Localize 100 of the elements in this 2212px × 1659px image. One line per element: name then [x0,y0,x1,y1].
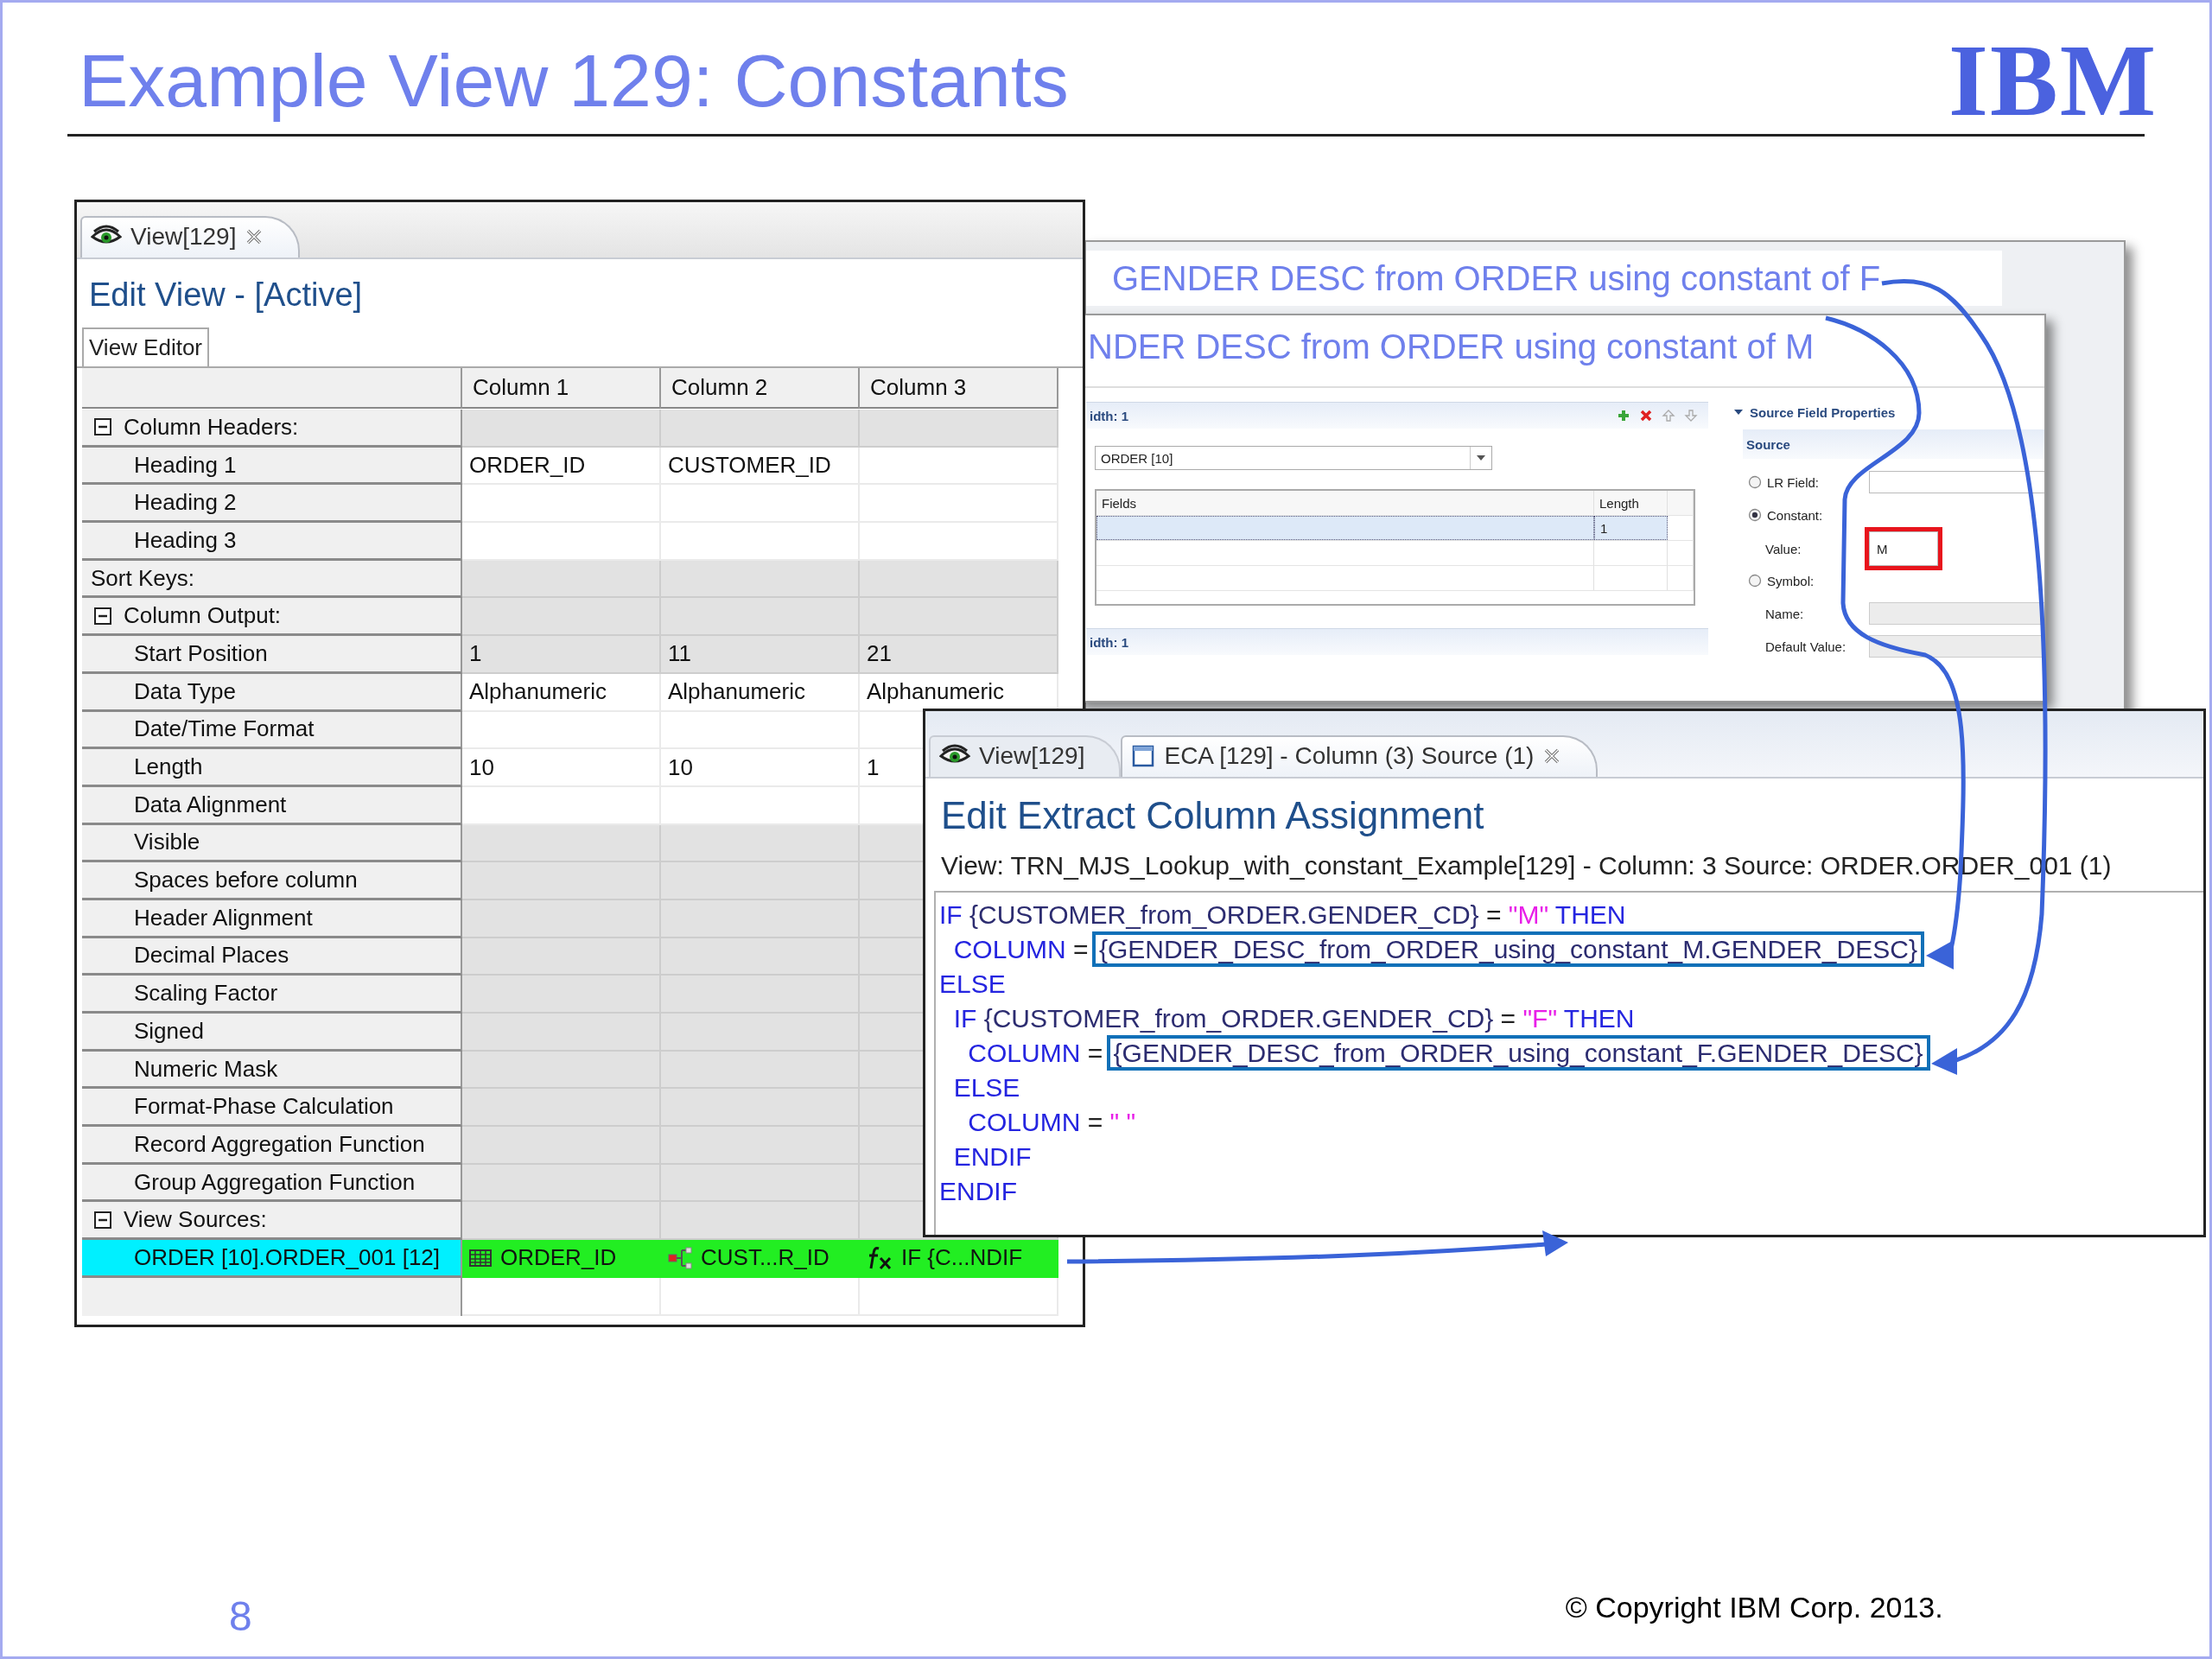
option-label: Symbol: [1767,573,1815,588]
tree-row-label[interactable]: Sort Keys: [82,560,462,599]
tree-row-label[interactable]: Heading 2 [82,485,462,524]
table-cell: 10 [661,749,860,787]
code-token: COLUMN [967,1108,1081,1136]
code-token: THEN [1562,1004,1635,1033]
tree-row-label[interactable]: Header Alignment [82,899,462,938]
table-cell: Alphanumeric [860,673,1058,712]
tree-row-label[interactable]: Heading 3 [82,523,462,561]
tree-row-label[interactable]: Format-Phase Calculation [82,1089,462,1128]
table-cell[interactable]: 1 [1594,516,1668,540]
table-cell[interactable]: CUST...R_ID [661,1240,860,1278]
code-token: COLUMN [967,1039,1081,1067]
radio-button[interactable] [1748,574,1762,588]
code-token: {CUSTOMER_from_ORDER.GENDER_CD} [969,900,1479,929]
tree-row-label[interactable]: Start Position [82,636,462,674]
column-header: Fields [1096,491,1594,515]
code-token: = [1072,935,1090,963]
editor-tab[interactable]: View[129] [929,735,1122,777]
collapse-icon[interactable] [94,607,111,625]
option-label: Constant: [1767,507,1823,523]
code-token: "F" [1522,1004,1558,1033]
editor-heading: Edit View - [Active] [88,276,364,315]
annotation-title: GENDER DESC from ORDER using constant of F [1086,251,2002,306]
tree-row-label[interactable]: Numeric Mask [82,1051,462,1090]
editor-tab[interactable]: View[129] [80,216,301,257]
editor-heading: Edit Extract Column Assignment [940,793,1485,838]
code-token: ENDIF [939,1177,1017,1205]
code-token: ELSE [939,969,1006,998]
tree-row-label[interactable]: Visible [82,824,462,863]
column-header: Length [1594,491,1668,515]
collapse-icon[interactable] [94,1211,111,1229]
tree-row-label[interactable]: Spaces before column [82,862,462,900]
function-icon [867,1245,893,1270]
column-header: Column 2 [661,368,860,409]
editor-tab[interactable]: View Editor [82,327,210,366]
input-field[interactable] [1869,471,2044,493]
tree-row-label[interactable]: Length [82,749,462,787]
collapse-triangle-icon [1734,408,1743,416]
tree-row-label[interactable]: Heading 1 [82,447,462,486]
delete-icon[interactable] [1639,409,1653,423]
tree-row-label[interactable]: ORDER [10].ORDER_001 [12] [82,1240,462,1278]
tree-row-label[interactable]: Signed [82,1014,462,1052]
properties-header[interactable]: Source Field Properties [1734,402,2044,423]
tree-row-label[interactable]: Record Aggregation Function [82,1127,462,1165]
radio-button[interactable] [1748,475,1762,489]
code-token: = [1086,1039,1104,1067]
column-header: Column 3 [860,368,1058,409]
table-cell[interactable]: ORDER_ID [462,1240,661,1278]
plus-icon[interactable] [1617,409,1630,423]
tree-row-label[interactable]: Date/Time Format [82,711,462,750]
table-cell: 21 [860,636,1058,674]
tree-row-label[interactable]: Decimal Places [82,938,462,976]
table-cell: 1 [462,636,661,674]
lookup-node-icon [668,1246,692,1269]
code-token: ENDIF [952,1142,1032,1171]
code-token: "M" [1508,900,1549,929]
window-icon [1131,744,1156,768]
code-token: COLUMN [952,935,1066,963]
table-cell: Alphanumeric [661,673,860,712]
code-token: IF [952,1004,978,1033]
table-cell[interactable] [1096,516,1594,540]
code-token: IF [939,900,963,929]
table-icon [469,1248,492,1268]
code-editor[interactable] [934,891,2203,1235]
tree-row-label[interactable]: Data Alignment [82,786,462,825]
section-header: idth: 1 [1086,402,1708,429]
table-cell: ORDER_ID [462,447,661,486]
table-cell: 10 [462,749,661,787]
tree-row-label[interactable]: Column Output: [82,598,462,637]
code-token: THEN [1554,900,1626,929]
field-label: Name: [1765,606,1804,621]
code-token: {CUSTOMER_from_ORDER.GENDER_CD} [983,1004,1494,1033]
group-header: Source [1743,429,2044,459]
code-token: " " [1109,1108,1136,1136]
table-cell: 11 [661,636,860,674]
logo: IBM [1948,23,2158,140]
collapse-icon[interactable] [94,418,111,436]
copyright-text: © Copyright IBM Corp. 2013. [1565,1591,1943,1624]
tree-row-label[interactable]: Scaling Factor [82,976,462,1014]
code-token: ELSE [952,1073,1020,1102]
slide-title: Example View 129: Constants [79,38,1069,124]
code-token: = [1499,1004,1517,1033]
tree-row-label[interactable]: Data Type [82,673,462,712]
source-dropdown[interactable]: ORDER [10] [1095,446,1492,470]
page-number: 8 [229,1592,252,1640]
table-cell: Alphanumeric [462,673,661,712]
tree-row-label[interactable]: Group Aggregation Function [82,1164,462,1203]
field-label: Default Value: [1765,639,1847,654]
field-label: Value: [1765,541,1802,556]
option-label: LR Field: [1767,474,1820,490]
editor-tab[interactable]: ECA [129] - Column (3) Source (1) [1121,735,1599,777]
code-token: = [1484,900,1503,929]
table-cell: CUSTOMER_ID [661,447,860,486]
code-token: = [1086,1108,1104,1136]
radio-button[interactable] [1748,508,1762,522]
tree-row-label[interactable]: Column Headers: [82,410,462,448]
tree-row-label[interactable]: View Sources: [82,1202,462,1241]
table-cell[interactable]: IF {C...NDIF [860,1240,1058,1278]
section-header: idth: 1 [1086,628,1708,655]
